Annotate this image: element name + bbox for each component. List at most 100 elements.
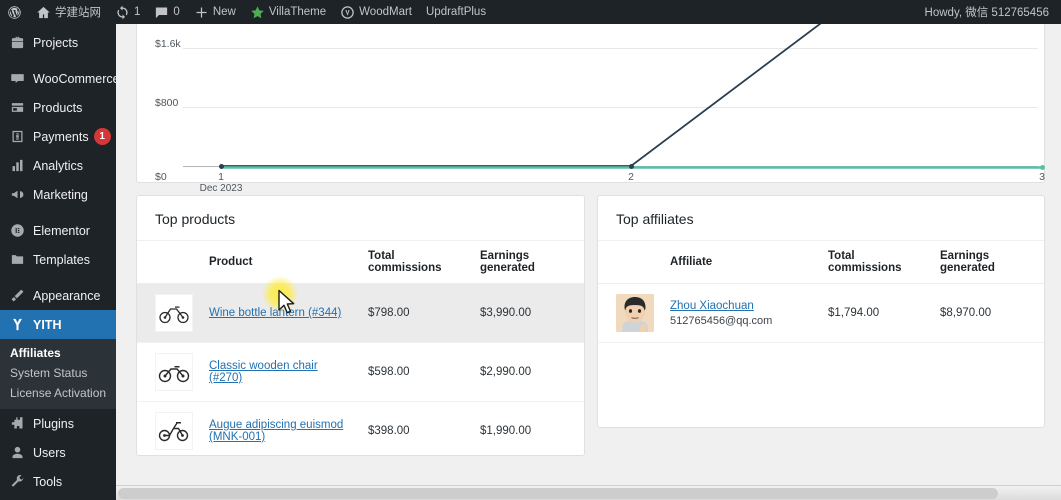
new-content-menu[interactable]: New	[187, 0, 243, 24]
affiliate-name-cell: Zhou Xiaochuan 512765456@qq.com	[662, 284, 820, 343]
submenu-item-affiliates[interactable]: Affiliates	[0, 343, 116, 363]
product-link[interactable]: Classic wooden chair (#270)	[209, 360, 318, 384]
products-icon	[8, 100, 26, 115]
sidebar-item-marketing[interactable]: Marketing	[0, 180, 116, 209]
menu-separator	[0, 57, 116, 64]
comment-bubble-icon	[154, 5, 169, 20]
sidebar-label: Projects	[33, 36, 78, 50]
home-icon	[36, 5, 51, 20]
bicycle-icon	[155, 353, 193, 391]
portfolio-icon	[8, 35, 26, 50]
top-affiliates-panel: Top affiliates Affiliate Total commissio…	[597, 195, 1045, 428]
product-commissions: $598.00	[360, 343, 472, 402]
new-label: New	[213, 6, 236, 18]
table-header-row: Affiliate Total commissions Earnings gen…	[598, 241, 1044, 284]
account-menu[interactable]: Howdy, 微信 512765456	[918, 0, 1061, 24]
table-row[interactable]: Zhou Xiaochuan 512765456@qq.com $1,794.0…	[598, 284, 1044, 343]
col-header-product: Product	[201, 241, 360, 284]
wp-logo-menu[interactable]	[0, 0, 29, 24]
sidebar-item-yith[interactable]: YITH	[0, 310, 116, 339]
sidebar-label: Elementor	[33, 224, 90, 238]
woocommerce-icon	[8, 71, 26, 86]
sidebar-label: Tools	[33, 475, 62, 489]
sidebar-label: Payments	[33, 130, 89, 144]
sidebar-item-elementor[interactable]: Elementor	[0, 216, 116, 245]
payments-badge: 1	[94, 128, 111, 145]
content-area: $1.6k $800 $0 1 Dec 2023 2 3	[116, 24, 1061, 500]
comments-menu[interactable]: 0	[147, 0, 186, 24]
product-link[interactable]: Augue adipiscing euismod (MNK-001)	[209, 419, 343, 443]
top-affiliates-title: Top affiliates	[598, 196, 1044, 241]
series-point-earnings-1[interactable]	[219, 164, 224, 169]
col-header-commissions: Total commissions	[360, 241, 472, 284]
person-avatar-icon	[616, 294, 654, 332]
chart-canvas: $1.6k $800 $0 1 Dec 2023 2 3	[137, 24, 1046, 184]
elementor-icon	[8, 223, 26, 238]
sidebar-item-users[interactable]: Users	[0, 438, 116, 467]
series-point-earnings-2[interactable]	[629, 164, 634, 169]
product-earnings: $2,990.00	[472, 343, 584, 402]
sidebar-item-analytics[interactable]: Analytics	[0, 151, 116, 180]
wrench-icon	[8, 474, 26, 489]
plus-icon	[194, 5, 209, 20]
table-row[interactable]: Wine bottle lantern (#344) $798.00 $3,99…	[137, 284, 584, 343]
chart-plot-area: $1.6k $800 $0 1 Dec 2023 2 3	[155, 24, 1038, 184]
table-row[interactable]: Augue adipiscing euismod (MNK-001) $398.…	[137, 402, 584, 461]
col-header-earnings: Earnings generated	[472, 241, 584, 284]
product-earnings: $3,990.00	[472, 284, 584, 343]
sidebar-item-plugins[interactable]: Plugins	[0, 409, 116, 438]
site-name-label: 学建站网	[55, 4, 101, 20]
product-link[interactable]: Wine bottle lantern (#344)	[209, 307, 341, 319]
updates-menu[interactable]: 1	[108, 0, 147, 24]
updates-icon	[115, 5, 130, 20]
top-products-title: Top products	[137, 196, 584, 241]
wordpress-logo-icon	[7, 5, 22, 20]
sidebar-item-products[interactable]: Products	[0, 93, 116, 122]
moped-icon	[155, 412, 193, 450]
submenu-item-system-status[interactable]: System Status	[0, 363, 116, 383]
site-name-menu[interactable]: 学建站网	[29, 0, 108, 24]
payments-icon	[8, 129, 26, 144]
product-thumb-cell	[137, 284, 201, 343]
sidebar-item-appearance[interactable]: Appearance	[0, 281, 116, 310]
sidebar-item-tools[interactable]: Tools	[0, 467, 116, 496]
series-earnings-generated-line	[221, 24, 1042, 166]
product-thumb-cell	[137, 343, 201, 402]
sidebar-label: WooCommerce	[33, 72, 116, 86]
affiliate-earnings: $8,970.00	[932, 284, 1044, 343]
woodmart-label: WoodMart	[359, 6, 412, 18]
horizontal-scrollbar[interactable]	[116, 485, 1061, 500]
top-products-panel: Top products Product Total commissions E…	[136, 195, 585, 456]
sidebar-label: Appearance	[33, 289, 100, 303]
yith-submenu: Affiliates System Status License Activat…	[0, 339, 116, 409]
folder-icon	[8, 252, 26, 267]
product-name-cell: Augue adipiscing euismod (MNK-001)	[201, 402, 360, 461]
woodmart-icon	[340, 5, 355, 20]
villatheme-menu[interactable]: VillaTheme	[243, 0, 333, 24]
sidebar-item-templates[interactable]: Templates	[0, 245, 116, 274]
sidebar-item-payments[interactable]: Payments 1	[0, 122, 116, 151]
sidebar-item-settings[interactable]: Settings	[0, 496, 116, 500]
woodmart-menu[interactable]: WoodMart	[333, 0, 419, 24]
sidebar-label: Users	[33, 446, 66, 460]
product-commissions: $398.00	[360, 402, 472, 461]
sidebar-item-woocommerce[interactable]: WooCommerce	[0, 64, 116, 93]
comments-count: 0	[173, 6, 179, 18]
star-icon	[250, 5, 265, 20]
series-point-commissions-3[interactable]	[1040, 165, 1045, 170]
affiliate-avatar-cell	[598, 284, 662, 343]
updraftplus-label: UpdraftPlus	[426, 6, 486, 18]
horizontal-scrollbar-thumb[interactable]	[118, 488, 998, 499]
sidebar-label: Analytics	[33, 159, 83, 173]
product-earnings: $1,990.00	[472, 402, 584, 461]
updraftplus-menu[interactable]: UpdraftPlus	[419, 0, 493, 24]
yith-icon	[8, 317, 26, 332]
chart-series-svg	[155, 24, 1056, 184]
megaphone-icon	[8, 187, 26, 202]
table-row[interactable]: Classic wooden chair (#270) $598.00 $2,9…	[137, 343, 584, 402]
affiliate-link[interactable]: Zhou Xiaochuan	[670, 300, 754, 312]
submenu-item-license-activation[interactable]: License Activation	[0, 383, 116, 403]
sidebar-label: Plugins	[33, 417, 74, 431]
sidebar-item-projects[interactable]: Projects	[0, 28, 116, 57]
affiliate-email: 512765456@qq.com	[670, 315, 812, 327]
